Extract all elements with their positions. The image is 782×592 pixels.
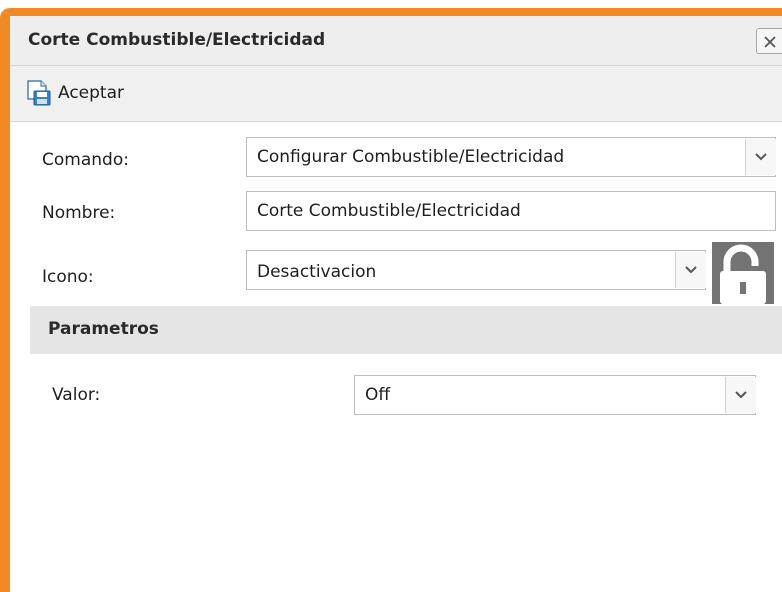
dialog-title: Corte Combustible/Electricidad: [28, 30, 326, 50]
parametros-section-header: Parametros: [30, 306, 782, 354]
dialog-titlebar: Corte Combustible/Electricidad: [10, 16, 782, 66]
comando-label: Comando:: [42, 150, 129, 170]
toolbar: Aceptar: [10, 66, 782, 122]
icono-select[interactable]: Desactivacion: [246, 250, 706, 290]
unlocked-padlock-icon: [720, 244, 766, 304]
nombre-value: Corte Combustible/Electricidad: [257, 201, 521, 221]
chevron-down-icon: [755, 153, 767, 161]
parametros-title: Parametros: [48, 319, 159, 339]
comando-dropdown-button[interactable]: [745, 139, 776, 175]
nombre-label: Nombre:: [42, 203, 116, 223]
icono-label: Icono:: [42, 267, 94, 287]
close-icon: [764, 36, 776, 48]
close-button[interactable]: [756, 28, 782, 54]
save-icon: [27, 80, 51, 106]
valor-label: Valor:: [52, 385, 101, 405]
comando-value: Configurar Combustible/Electricidad: [257, 147, 565, 167]
comando-select[interactable]: Configurar Combustible/Electricidad: [246, 137, 776, 177]
icon-preview: [712, 242, 774, 304]
valor-dropdown-button[interactable]: [725, 377, 756, 413]
accept-label: Aceptar: [58, 83, 124, 103]
chevron-down-icon: [735, 391, 747, 399]
valor-select[interactable]: Off: [354, 375, 756, 415]
valor-value: Off: [365, 385, 391, 405]
chevron-down-icon: [685, 266, 697, 274]
nombre-input[interactable]: Corte Combustible/Electricidad: [246, 191, 776, 231]
icono-value: Desactivacion: [257, 262, 377, 282]
icono-dropdown-button[interactable]: [675, 252, 706, 288]
dialog: Corte Combustible/Electricidad Aceptar C…: [10, 16, 782, 592]
accept-button[interactable]: Aceptar: [24, 76, 124, 110]
